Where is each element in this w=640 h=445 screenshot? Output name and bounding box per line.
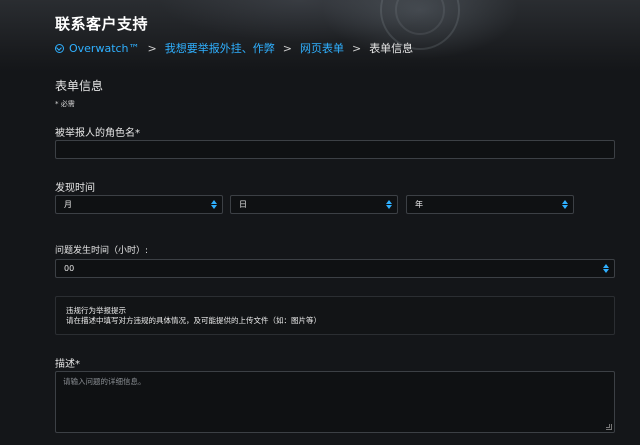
breadcrumb-item-report-cheating[interactable]: 我想要举报外挂、作弊 [165, 40, 275, 56]
notice-body: 请在描述中填写对方违规的具体情况，及可能提供的上传文件（如：图片等） [66, 316, 321, 325]
year-select-value: 年 [415, 200, 423, 209]
resize-handle-icon[interactable] [606, 424, 612, 430]
form-heading: 表单信息 [55, 79, 104, 93]
overwatch-icon [55, 43, 64, 53]
day-select-value: 日 [239, 200, 247, 209]
select-arrows-icon [211, 199, 217, 210]
month-select-value: 月 [64, 200, 72, 209]
page-title: 联系客户支持 [55, 15, 149, 33]
breadcrumb: Overwatch™ > 我想要举报外挂、作弊 > 网页表单 > 表单信息 [55, 41, 413, 55]
day-select[interactable]: 日 [230, 195, 398, 214]
hour-select[interactable]: 00 [55, 259, 615, 278]
description-label: 描述* [55, 359, 80, 370]
chevron-right-icon: > [351, 41, 362, 55]
hour-label: 问题发生时间（小时）: [55, 246, 149, 256]
header-banner [0, 0, 640, 72]
reported-name-label: 被举报人的角色名* [55, 128, 140, 139]
report-notice: 违规行为举报提示 请在描述中填写对方违规的具体情况，及可能提供的上传文件（如：图… [55, 296, 615, 335]
select-arrows-icon [386, 199, 392, 210]
select-arrows-icon [562, 199, 568, 210]
chevron-right-icon: > [147, 41, 157, 55]
breadcrumb-item-web-form[interactable]: 网页表单 [300, 40, 344, 56]
hour-select-value: 00 [64, 264, 75, 273]
year-select[interactable]: 年 [406, 195, 574, 214]
month-select[interactable]: 月 [55, 195, 223, 214]
required-note: * 必需 [55, 100, 75, 108]
notice-title: 违规行为举报提示 [66, 306, 126, 315]
breadcrumb-game-link[interactable]: Overwatch™ [55, 42, 140, 55]
reported-name-input[interactable] [55, 140, 615, 159]
breadcrumb-current: 表单信息 [369, 42, 414, 55]
description-placeholder: 请输入问题的详细信息。 [63, 377, 146, 386]
select-arrows-icon [603, 263, 609, 274]
description-textarea[interactable]: 请输入问题的详细信息。 [55, 371, 615, 433]
chevron-right-icon: > [282, 41, 292, 55]
discovery-time-label: 发现时间 [55, 183, 95, 194]
breadcrumb-game-label: Overwatch™ [69, 41, 140, 55]
